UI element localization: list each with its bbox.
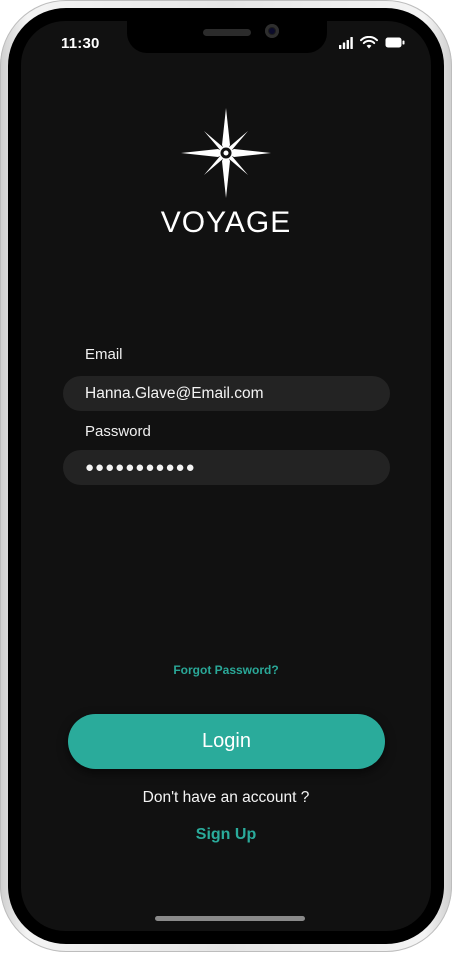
signal-icon: [339, 36, 353, 49]
notch: [127, 21, 327, 53]
no-account-text: Don't have an account ?: [142, 789, 310, 806]
home-indicator[interactable]: [155, 916, 305, 921]
login-button[interactable]: Login: [68, 714, 385, 769]
email-label: Email: [85, 346, 123, 363]
sign-up-link[interactable]: Sign Up: [21, 826, 431, 844]
email-field[interactable]: Hanna.Glave@Email.com: [63, 376, 390, 411]
brand-name: VOYAGE: [160, 206, 292, 239]
password-field[interactable]: ●●●●●●●●●●●: [63, 450, 390, 485]
forgot-password-link[interactable]: Forgot Password?: [21, 663, 431, 677]
wifi-icon: [360, 36, 378, 49]
password-label: Password: [85, 423, 151, 440]
status-icons: [339, 36, 405, 49]
front-camera-icon: [265, 24, 279, 38]
status-time: 11:30: [61, 35, 100, 52]
login-screen: 11:30 VOYAGE Email Hanna.Glave@Email.com…: [21, 21, 431, 931]
battery-icon: [385, 37, 405, 48]
speaker-grille: [203, 29, 251, 36]
compass-star-icon: [181, 108, 271, 198]
